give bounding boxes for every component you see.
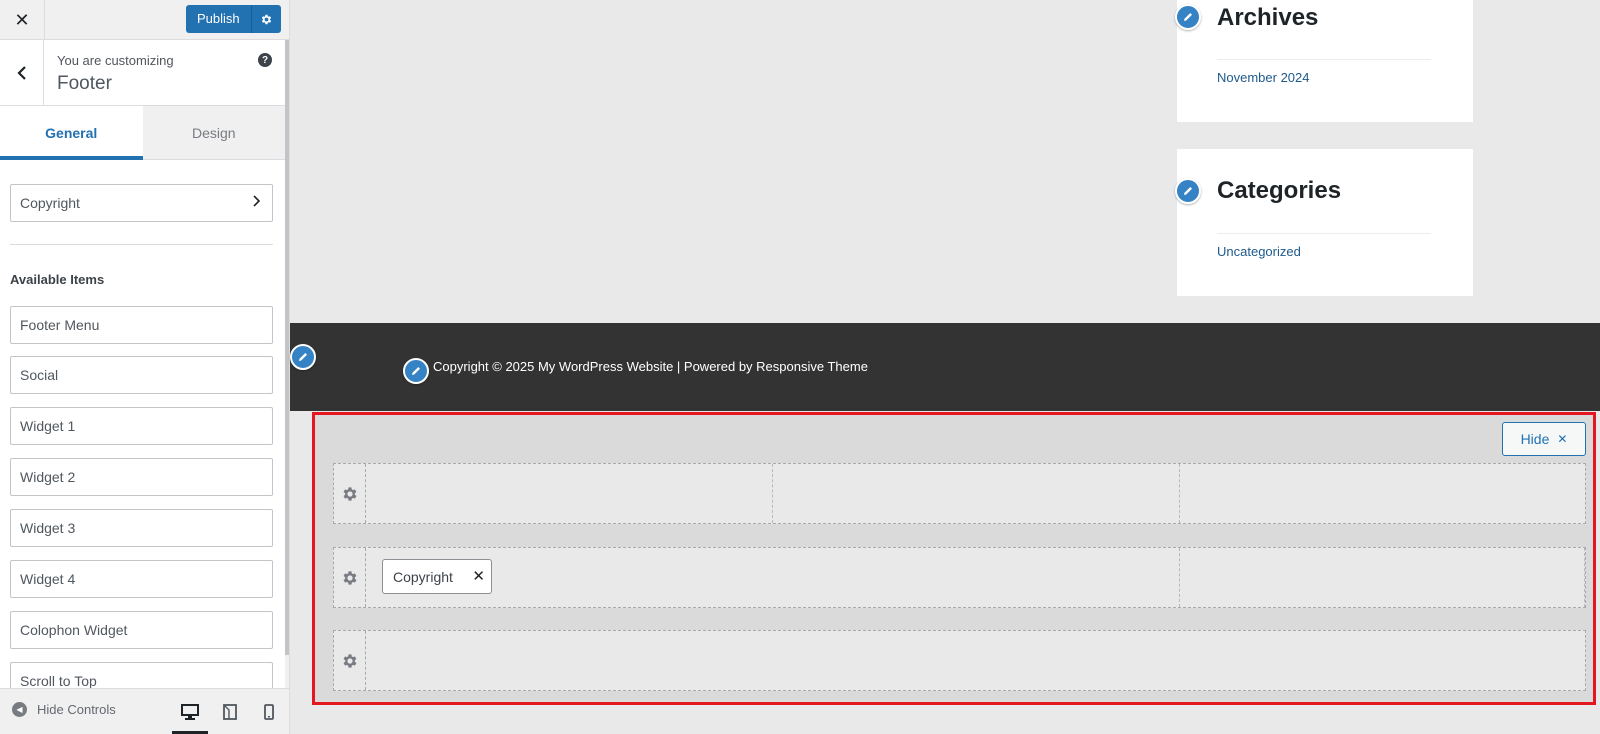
close-customizer-button[interactable]: ✕ xyxy=(0,0,45,40)
archive-link[interactable]: November 2024 xyxy=(1217,70,1310,85)
copyright-chip-label: Copyright xyxy=(393,568,453,585)
gear-icon xyxy=(343,570,356,585)
help-icon[interactable]: ? xyxy=(258,53,272,67)
gear-icon xyxy=(343,486,356,501)
builder-cell[interactable] xyxy=(1180,548,1585,607)
widget-title: Archives xyxy=(1217,4,1319,31)
divider xyxy=(10,244,273,245)
chevron-right-icon xyxy=(252,194,261,210)
footer-copyright-text: Copyright © 2025 My WordPress Website | … xyxy=(433,359,868,374)
available-item-widget-3[interactable]: Widget 3 xyxy=(10,509,273,547)
widget-divider xyxy=(1217,59,1431,60)
row-settings-button[interactable] xyxy=(334,464,366,523)
customizer-footer-controls: ◀ Hide Controls xyxy=(0,688,289,734)
edit-pencil-icon[interactable] xyxy=(403,358,429,384)
tab-design[interactable]: Design xyxy=(142,106,285,159)
widget-divider xyxy=(1217,233,1431,234)
publish-settings-button[interactable] xyxy=(250,5,281,33)
available-item-widget-4[interactable]: Widget 4 xyxy=(10,560,273,598)
copyright-setting-label: Copyright xyxy=(20,195,80,211)
available-items-heading: Available Items xyxy=(10,272,105,287)
tablet-icon xyxy=(223,704,237,720)
hide-controls-button[interactable]: ◀ Hide Controls xyxy=(12,702,116,717)
hide-builder-button[interactable]: Hide ✕ xyxy=(1502,422,1586,456)
available-item-widget-2[interactable]: Widget 2 xyxy=(10,458,273,496)
row-settings-button[interactable] xyxy=(334,548,366,607)
row-settings-button[interactable] xyxy=(334,631,366,690)
publish-button[interactable]: Publish xyxy=(186,5,251,33)
customizing-label: You are customizing xyxy=(57,53,174,68)
site-footer: Copyright © 2025 My WordPress Website | … xyxy=(290,323,1600,411)
mobile-icon xyxy=(264,704,274,720)
gear-icon xyxy=(261,14,271,24)
builder-row-primary: Copyright ✕ xyxy=(333,547,1586,608)
builder-cell[interactable] xyxy=(773,464,1180,523)
builder-cell[interactable] xyxy=(366,464,773,523)
hide-builder-label: Hide xyxy=(1520,431,1550,447)
close-icon: ✕ xyxy=(1557,432,1568,446)
tabs: General Design xyxy=(0,106,285,160)
chevron-left-icon xyxy=(16,66,26,80)
customizer-sidebar: ✕ Publish You are customizing Footer ? G… xyxy=(0,0,290,734)
edit-pencil-icon[interactable] xyxy=(290,344,316,370)
gear-icon xyxy=(343,653,356,668)
edit-pencil-icon[interactable] xyxy=(1175,178,1201,204)
remove-item-icon[interactable]: ✕ xyxy=(472,567,485,585)
footer-builder: Hide ✕ Copyright ✕ xyxy=(312,412,1596,705)
builder-row-above xyxy=(333,463,1586,524)
customizer-topbar: ✕ Publish xyxy=(0,0,289,40)
copyright-chip[interactable]: Copyright ✕ xyxy=(382,559,492,594)
device-desktop-button[interactable] xyxy=(172,697,208,734)
device-tablet-button[interactable] xyxy=(212,697,248,727)
hide-controls-label: Hide Controls xyxy=(37,702,116,717)
builder-row-below xyxy=(333,630,1586,691)
responsive-theme-link[interactable]: Responsive Theme xyxy=(756,359,868,374)
available-item-social[interactable]: Social xyxy=(10,356,273,394)
edit-pencil-icon[interactable] xyxy=(1175,4,1201,30)
available-item-scroll-to-top[interactable]: Scroll to Top xyxy=(10,662,273,688)
section-title: Footer xyxy=(57,73,112,94)
settings-panel: Copyright Available Items Footer Menu So… xyxy=(0,160,285,688)
builder-cell[interactable] xyxy=(366,631,1585,690)
category-link[interactable]: Uncategorized xyxy=(1217,244,1301,259)
desktop-icon xyxy=(181,704,199,720)
available-item-colophon-widget[interactable]: Colophon Widget xyxy=(10,611,273,649)
tab-general[interactable]: General xyxy=(0,106,143,160)
footer-copyright-prefix: Copyright © 2025 My WordPress Website | … xyxy=(433,359,757,374)
widget-archives: Archives November 2024 xyxy=(1177,0,1473,122)
widget-categories: Categories Uncategorized xyxy=(1177,149,1473,296)
builder-cell[interactable] xyxy=(1180,464,1585,523)
available-item-widget-1[interactable]: Widget 1 xyxy=(10,407,273,445)
publish-group: Publish xyxy=(186,5,281,33)
section-header: You are customizing Footer ? xyxy=(0,40,285,106)
collapse-arrow-icon: ◀ xyxy=(12,702,27,717)
device-mobile-button[interactable] xyxy=(251,697,287,727)
copyright-setting-button[interactable]: Copyright xyxy=(10,184,273,222)
back-button[interactable] xyxy=(0,40,44,106)
available-item-footer-menu[interactable]: Footer Menu xyxy=(10,306,273,344)
widget-title: Categories xyxy=(1217,177,1342,204)
